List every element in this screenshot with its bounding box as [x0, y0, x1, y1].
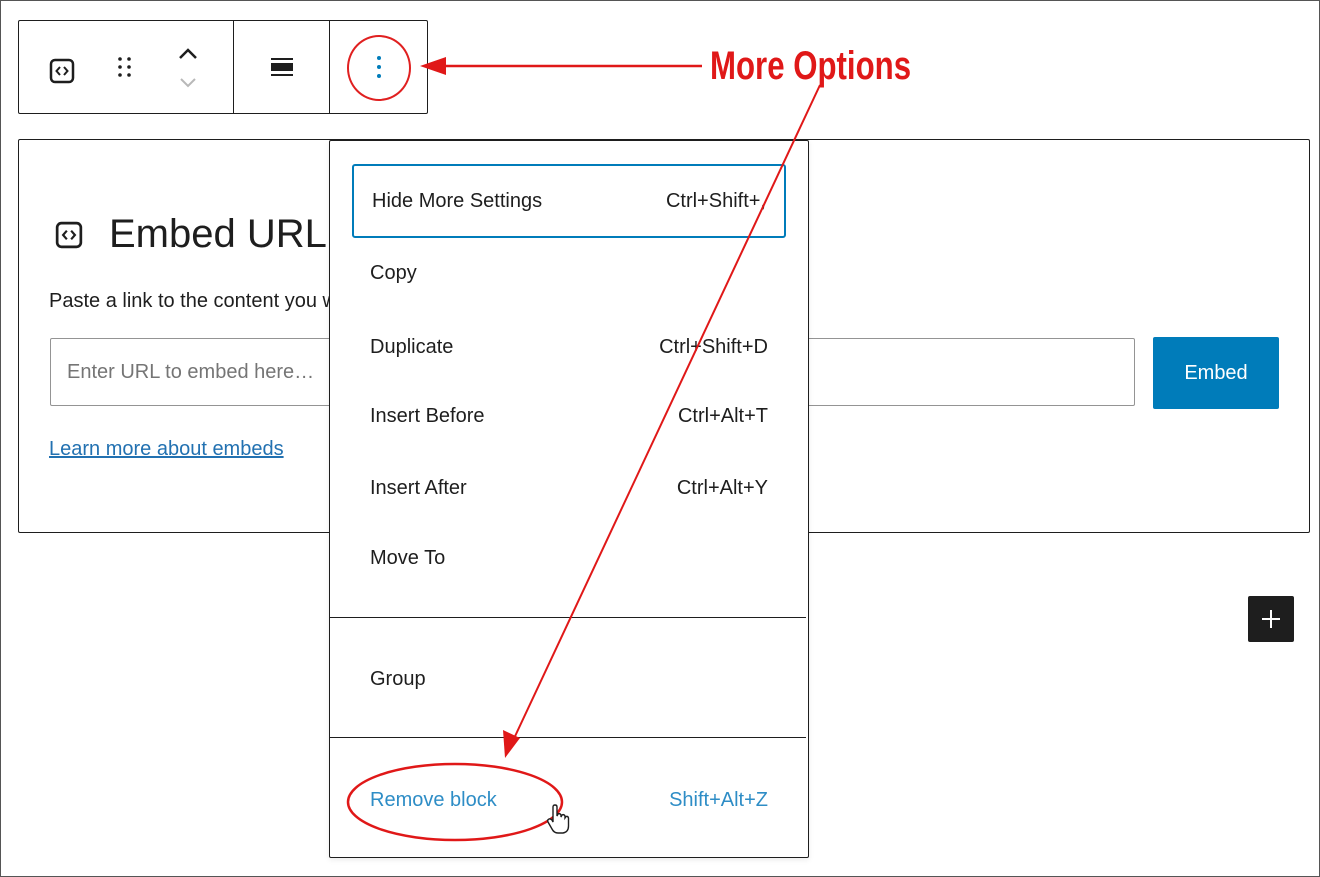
- menu-item-shortcut: Ctrl+Shift+,: [665, 189, 766, 212]
- align-icon[interactable]: [267, 52, 297, 82]
- block-title: Embed URL: [55, 212, 327, 257]
- more-options-menu: Hide More Settings Ctrl+Shift+, Copy Dup…: [329, 140, 809, 858]
- menu-item-shortcut: Shift+Alt+Z: [669, 788, 768, 811]
- menu-item-remove-block[interactable]: Remove block Shift+Alt+Z: [352, 763, 786, 837]
- menu-item-copy[interactable]: Copy: [352, 236, 786, 310]
- plus-icon: [1262, 610, 1280, 628]
- menu-item-group[interactable]: Group: [352, 642, 786, 716]
- embed-icon[interactable]: [49, 58, 75, 89]
- menu-separator: [330, 617, 806, 618]
- menu-item-label: Insert Before: [370, 404, 485, 427]
- annotation-circle: [346, 35, 411, 101]
- menu-item-label: Insert After: [370, 476, 467, 499]
- more-options-group: [330, 21, 427, 113]
- annotation-label: More Options: [710, 44, 912, 88]
- add-block-button[interactable]: [1248, 596, 1294, 642]
- menu-item-insert-before[interactable]: Insert Before Ctrl+Alt+T: [352, 379, 786, 453]
- menu-item-label: Hide More Settings: [372, 189, 543, 212]
- embed-button[interactable]: Embed: [1153, 337, 1279, 409]
- menu-item-label: Duplicate: [370, 335, 454, 358]
- menu-item-shortcut: Ctrl+Shift+D: [659, 335, 768, 358]
- menu-item-hide-more-settings[interactable]: Hide More Settings Ctrl+Shift+,: [352, 164, 786, 238]
- menu-item-shortcut: Ctrl+Alt+T: [677, 404, 768, 427]
- menu-item-move-to[interactable]: Move To: [352, 521, 786, 595]
- menu-item-insert-after[interactable]: Insert After Ctrl+Alt+Y: [352, 451, 786, 525]
- chevron-up-icon[interactable]: [175, 45, 201, 91]
- embed-icon: [55, 221, 83, 248]
- menu-separator: [330, 737, 806, 738]
- menu-item-label: Group: [370, 667, 426, 690]
- block-toolbar: [18, 20, 428, 114]
- block-mover: [175, 45, 201, 96]
- learn-more-link[interactable]: Learn more about embeds: [49, 438, 284, 461]
- menu-item-label: Remove block: [370, 788, 497, 811]
- drag-handle-icon[interactable]: [115, 54, 135, 85]
- block-title-text: Embed URL: [109, 212, 327, 256]
- more-options-button[interactable]: [346, 35, 411, 101]
- menu-item-label: Copy: [370, 261, 417, 284]
- align-group: [234, 21, 330, 113]
- menu-item-duplicate[interactable]: Duplicate Ctrl+Shift+D: [352, 310, 786, 384]
- menu-item-label: Move To: [370, 546, 446, 569]
- menu-item-shortcut: Ctrl+Alt+Y: [676, 476, 768, 499]
- block-switcher-group: [19, 21, 234, 113]
